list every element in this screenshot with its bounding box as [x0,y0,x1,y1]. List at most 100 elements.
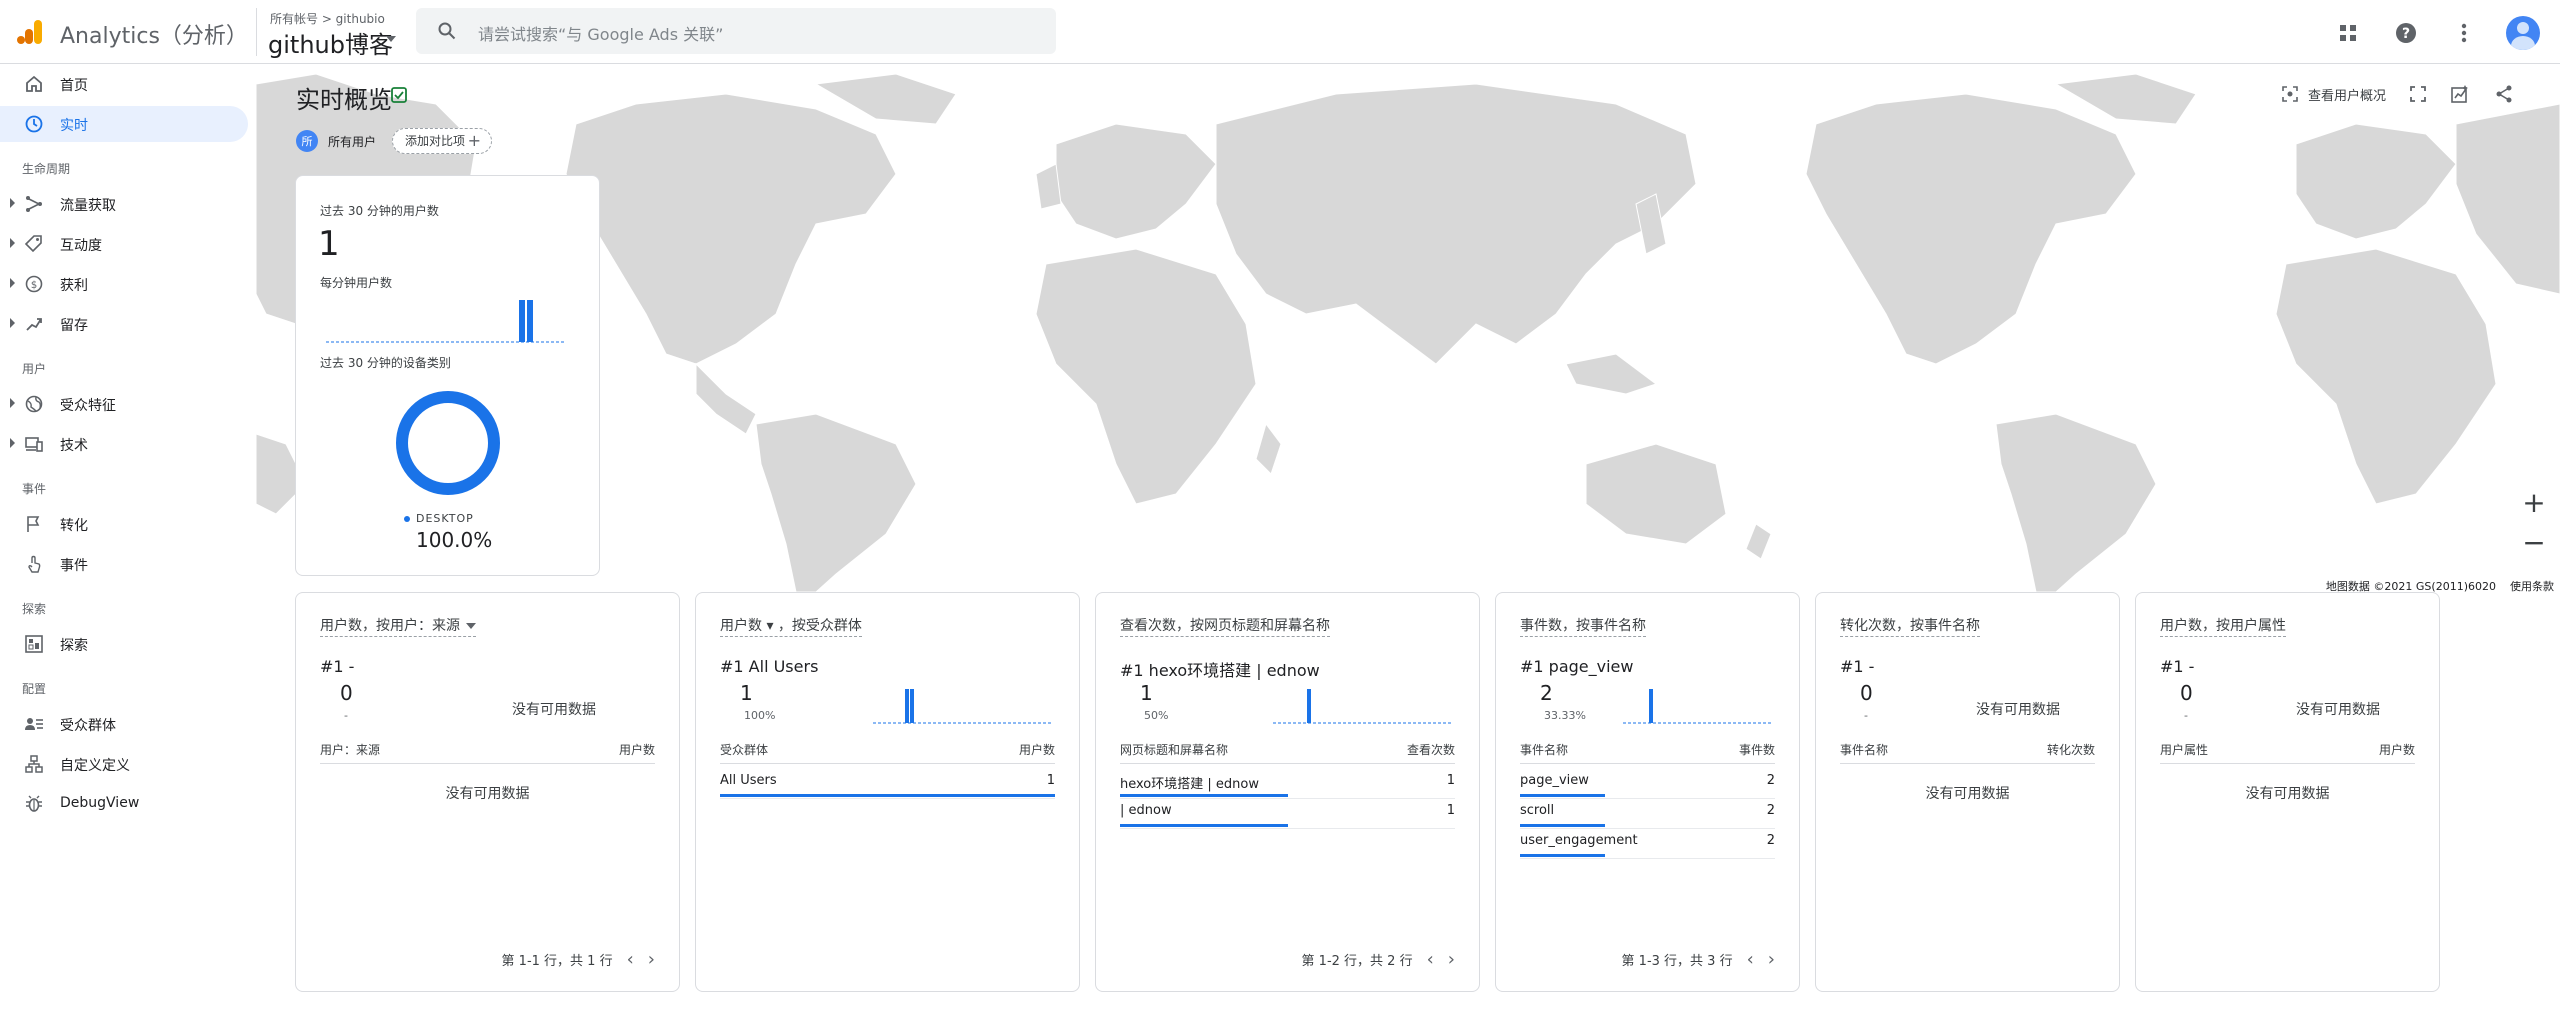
top-percent: - [344,709,348,722]
sidebar-item-conversions[interactable]: 转化 [0,506,248,542]
sidebar-item-label: 互动度 [60,238,102,254]
no-data-message: 没有可用数据 [2296,702,2380,718]
chevron-down-icon[interactable] [386,36,396,42]
sidebar-item-realtime[interactable]: 实时 [0,106,248,142]
svg-text:$: $ [31,280,37,291]
property-selector[interactable]: github博客 [268,25,393,60]
sidebar-item-label: 流量获取 [60,198,116,214]
row-name: hexo环境搭建 | ednow [1120,777,1259,792]
snapshot-icon [2282,86,2298,102]
map-toolbar: 查看用户概况 [2267,76,2520,112]
no-data-rows-message: 没有可用数据 [445,786,530,802]
device-percent: 100.0% [416,528,493,552]
user-segment-badge: 所 [296,130,318,152]
fullscreen-icon[interactable] [2410,86,2426,102]
chevron-right-icon [10,278,15,288]
row-value: 2 [1766,833,1775,848]
section-lifecycle: 生命周期 [22,162,71,176]
card-events-by-name: 事件数，按事件名称 #1 page_view 2 33.33% 事件名称 事件数… [1495,592,1800,992]
column-header-metric: 事件数 [1738,743,1775,757]
insights-icon[interactable] [2450,84,2470,104]
sidebar-item-explore[interactable]: 探索 [0,626,248,662]
share-icon[interactable] [2494,84,2514,104]
more-vert-icon[interactable] [2448,17,2480,49]
card-title[interactable]: 查看次数，按网页标题和屏幕名称 [1120,615,1330,637]
sidebar-item-monetization[interactable]: $ 获利 [0,266,248,302]
analytics-logo-icon[interactable] [16,18,44,46]
account-avatar[interactable] [2506,16,2540,50]
apps-grid-icon[interactable] [2332,17,2364,49]
sidebar-item-label: 受众特征 [60,398,116,414]
sidebar-item-home[interactable]: 首页 [0,66,248,102]
table-row[interactable]: hexo环境搭建 | ednow 1 [1120,769,1455,799]
mini-trend-chart [873,689,1053,724]
table-row[interactable]: | ednow 1 [1120,799,1455,829]
retention-icon [26,318,42,331]
column-header-metric: 转化次数 [2046,743,2095,757]
sidebar-item-engagement[interactable]: 互动度 [0,226,248,262]
search-icon [438,22,456,40]
help-icon[interactable]: ? [2390,17,2422,49]
top-rank: #1 page_view [1520,657,1634,676]
verified-check-icon[interactable] [390,86,408,104]
column-header-dimension: 受众群体 [720,743,769,757]
table-row[interactable]: page_view 2 [1520,769,1775,799]
prev-page-button[interactable]: ‹ [1427,949,1434,970]
home-icon [26,75,42,92]
row-bar [1120,824,1288,827]
sidebar-item-label: 留存 [60,318,88,334]
sidebar-item-demographics[interactable]: 受众特征 [0,386,248,422]
zoom-out-button[interactable]: − [2514,522,2554,562]
sidebar-item-custom-definitions[interactable]: 自定义定义 [0,746,248,782]
row-name: All Users [720,773,777,788]
chevron-right-icon [10,438,15,448]
world-map[interactable] [256,64,2560,592]
sidebar-item-label: 受众群体 [60,718,116,734]
section-user: 用户 [22,362,47,376]
sidebar-item-retention[interactable]: 留存 [0,306,248,342]
add-comparison-button[interactable]: 添加对比项 + [392,128,493,154]
search-box[interactable]: 请尝试搜索“与 Google Ads 关联” [416,8,1056,54]
next-page-button[interactable]: › [1768,949,1775,970]
no-data-message: 没有可用数据 [512,702,596,718]
next-page-button[interactable]: › [648,949,655,970]
no-data-rows-message: 没有可用数据 [1925,786,2010,802]
sidebar-item-audiences[interactable]: 受众群体 [0,706,248,742]
view-user-snapshot-button[interactable]: 查看用户概况 [2282,85,2386,104]
column-header-metric: 用户数 [2378,743,2415,757]
pagination-text: 第 1-3 行，共 3 行 [1621,954,1733,969]
card-users-by-user-property: 用户数，按用户属性 #1 - 0 - 没有可用数据 用户属性 用户数 没有可用数… [2135,592,2440,992]
per-minute-bar[interactable] [527,300,533,342]
next-page-button[interactable]: › [1448,949,1455,970]
card-title-dropdown[interactable]: 用户数 ▾ ，按受众群体 [720,615,862,637]
sidebar-item-events[interactable]: 事件 [0,546,248,582]
card-title[interactable]: 事件数，按事件名称 [1520,615,1646,637]
prev-page-button[interactable]: ‹ [1747,949,1754,970]
acquisition-icon [26,196,42,212]
prev-page-button[interactable]: ‹ [627,949,634,970]
per-minute-bar[interactable] [519,300,525,342]
touch-icon [28,555,41,573]
flag-icon [27,516,40,532]
sidebar-item-tech[interactable]: 技术 [0,426,248,462]
users-30min-label: 过去 30 分钟的用户数 [320,204,439,218]
table-row[interactable]: All Users 1 [720,769,1055,799]
card-title[interactable]: 用户数，按用户属性 [2160,615,2286,637]
column-header-dimension: 事件名称 [1840,743,1889,757]
terms-link[interactable]: 使用条款 [2510,580,2554,593]
all-users-chip[interactable]: 所 所有用户 [296,130,376,152]
table-row[interactable]: user_engagement 2 [1520,829,1775,859]
table-header: 事件名称 事件数 [1520,741,1775,758]
sidebar-item-label: 技术 [60,438,88,454]
custom-definitions-icon [25,755,43,773]
card-title[interactable]: 转化次数，按事件名称 [1840,615,1980,637]
zoom-in-button[interactable]: + [2514,482,2554,522]
column-header-metric: 用户数 [618,743,655,757]
device-donut-chart[interactable] [396,391,500,495]
sidebar-item-debugview[interactable]: DebugView [0,786,248,822]
table-row[interactable]: scroll 2 [1520,799,1775,829]
card-views-by-page-title: 查看次数，按网页标题和屏幕名称 #1 hexo环境搭建 | ednow 1 50… [1095,592,1480,992]
users-per-minute-chart[interactable] [326,294,566,344]
card-title-dropdown[interactable]: 用户数，按用户：来源 [320,615,476,637]
sidebar-item-acquisition[interactable]: 流量获取 [0,186,248,222]
